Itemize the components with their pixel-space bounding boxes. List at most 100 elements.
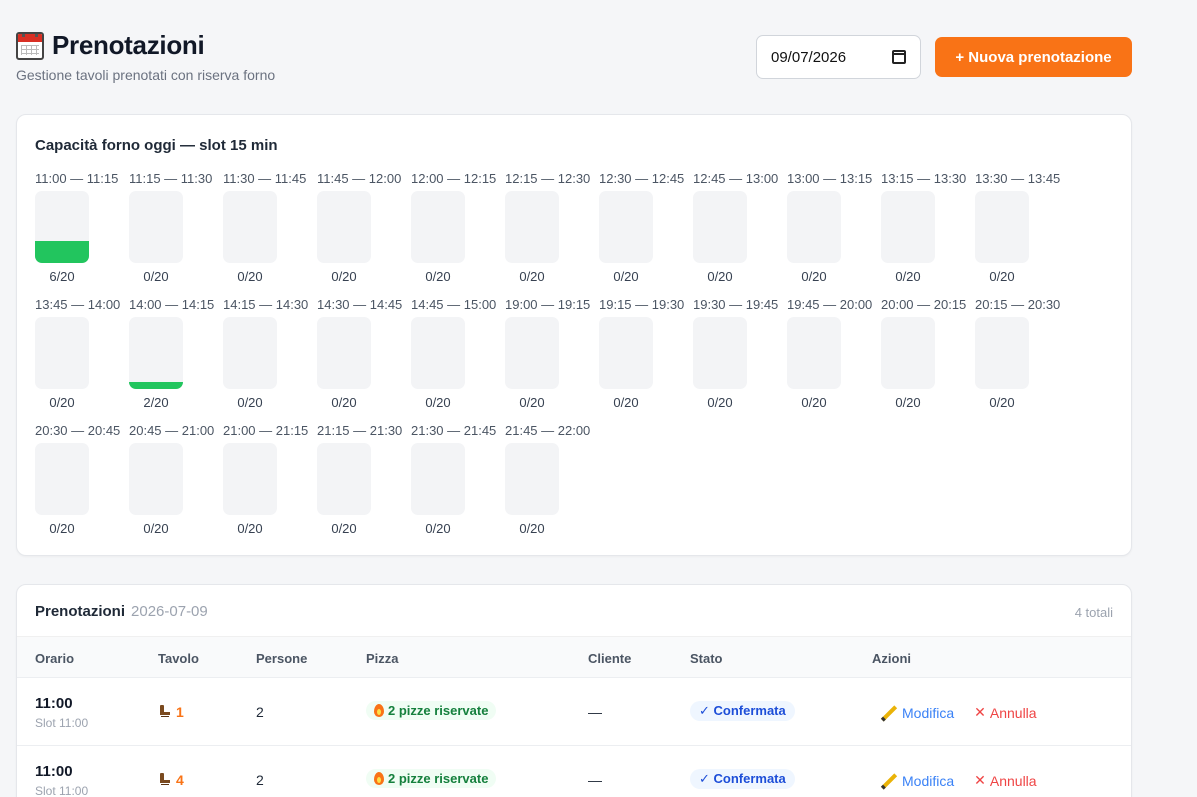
oven-slot-bar [975,191,1029,263]
oven-slot-row: 20:30 — 20:45 0/20 20:45 — 21:00 0/20 21:00 … [35,423,1115,549]
oven-slot-bar [505,191,559,263]
oven-slot-label: 20:30 — 20:45 [35,423,121,438]
oven-slot: 20:00 — 20:15 0/20 [881,297,975,423]
oven-slot-count: 0/20 [613,395,639,410]
flame-icon [374,772,384,785]
pizza-cell: 2 pizze riservate [366,769,497,788]
oven-slot-label: 12:30 — 12:45 [599,171,685,186]
cancel-button[interactable]: ✕ Annulla [974,704,1036,721]
oven-slot-bar [411,191,465,263]
oven-slot-label: 11:00 — 11:15 [35,171,119,186]
oven-slot: 11:00 — 11:15 6/20 [35,171,129,297]
table-number[interactable]: 1 [158,704,184,720]
column-header-tavolo: Tavolo [158,651,199,666]
oven-slot-label: 13:30 — 13:45 [975,171,1061,186]
oven-slot-label: 14:00 — 14:15 [129,297,215,312]
reservation-time: 11:00 [35,763,73,780]
oven-slot: 20:45 — 21:00 0/20 [129,423,223,549]
oven-slot-bar [223,191,277,263]
oven-slot-bar [317,443,371,515]
oven-slot-count: 0/20 [707,395,733,410]
oven-slot-label: 13:15 — 13:30 [881,171,967,186]
table-row: 11:00 Slot 11:00 1 2 2 pizze riservate —… [17,678,1131,746]
table-row: 11:00 Slot 11:00 4 2 2 pizze riservate —… [17,746,1131,797]
chair-icon [158,705,170,719]
oven-slot-bar [317,317,371,389]
oven-slot: 14:45 — 15:00 0/20 [411,297,505,423]
oven-slot-bar [129,317,183,389]
oven-slot-bar [975,317,1029,389]
oven-slot: 11:15 — 11:30 0/20 [129,171,223,297]
people-count: 2 [256,772,264,788]
new-reservation-button[interactable]: + Nuova prenotazione [935,37,1132,77]
oven-slot-bar [129,191,183,263]
column-header-cliente: Cliente [588,651,632,666]
oven-capacity-card: Capacità forno oggi — slot 15 min 11:00 … [16,114,1132,556]
column-header-orario: Orario [35,651,75,666]
oven-slot-label: 14:45 — 15:00 [411,297,497,312]
oven-slot: 21:15 — 21:30 0/20 [317,423,411,549]
oven-slot-bar [317,191,371,263]
oven-slot-label: 11:45 — 12:00 [317,171,402,186]
oven-slot-label: 21:30 — 21:45 [411,423,497,438]
table-number[interactable]: 4 [158,772,184,788]
pizza-badge: 2 pizze riservate [366,701,497,720]
date-picker-input[interactable]: 09/07/2026 [756,35,921,79]
oven-slot-bar [599,191,653,263]
oven-slot-bar [223,317,277,389]
oven-slot-bar [787,317,841,389]
oven-slot-count: 0/20 [425,521,451,536]
status-badge: ✓ Confermata [690,701,795,721]
oven-slot-label: 20:15 — 20:30 [975,297,1061,312]
reservations-card: Prenotazioni 2026-07-09 4 totali Orario T… [16,584,1132,797]
cancel-button-label: Annulla [989,772,1037,789]
oven-slot-count: 0/20 [519,521,545,536]
oven-slot-count: 0/20 [613,269,639,284]
oven-slot: 21:30 — 21:45 0/20 [411,423,505,549]
flame-icon [374,704,384,717]
oven-slot-bar [35,443,89,515]
oven-slot-label: 20:45 — 21:00 [129,423,215,438]
client-name: — [588,772,602,788]
pizza-badge: 2 pizze riservate [366,769,497,788]
oven-slot-label: 20:00 — 20:15 [881,297,967,312]
close-icon: ✕ [974,772,986,788]
oven-slot-label: 11:30 — 11:45 [223,171,307,186]
edit-button[interactable]: Modifica [881,773,954,789]
oven-slot-count: 0/20 [519,395,545,410]
oven-slot-bar [693,191,747,263]
oven-slot-bar [881,191,935,263]
oven-slot-label: 19:15 — 19:30 [599,297,685,312]
oven-slot-count: 0/20 [707,269,733,284]
oven-slot-count: 0/20 [49,521,75,536]
oven-slot: 21:00 — 21:15 0/20 [223,423,317,549]
calendar-picker-icon[interactable] [892,50,906,64]
oven-slot-count: 0/20 [143,521,169,536]
oven-slot: 11:45 — 12:00 0/20 [317,171,411,297]
oven-slot: 19:30 — 19:45 0/20 [693,297,787,423]
reservations-title: Prenotazioni [35,603,126,620]
edit-button[interactable]: Modifica [881,705,954,721]
oven-slot-label: 13:45 — 14:00 [35,297,121,312]
pencil-icon [881,705,897,721]
column-header-pizza: Pizza [366,651,399,666]
pencil-icon [881,773,897,789]
reservations-total: 4 totali [1074,605,1113,620]
oven-slot-count: 0/20 [237,395,263,410]
oven-slot-count: 0/20 [237,521,263,536]
oven-slot: 12:00 — 12:15 0/20 [411,171,505,297]
cancel-button[interactable]: ✕ Annulla [974,772,1036,789]
pizza-cell: 2 pizze riservate [366,701,497,720]
oven-slot-label: 14:15 — 14:30 [223,297,309,312]
oven-slot-bar [411,317,465,389]
oven-slot-count: 0/20 [49,395,75,410]
row-time-cell: 11:00 Slot 11:00 [35,695,88,730]
reservation-slot: Slot 11:00 [35,716,89,730]
oven-slot-count: 0/20 [237,269,263,284]
oven-slot: 12:15 — 12:30 0/20 [505,171,599,297]
reservations-heading: Prenotazioni 2026-07-09 [35,603,208,620]
oven-slot-fill [35,241,89,263]
oven-slot-label: 12:45 — 13:00 [693,171,779,186]
oven-slot-count: 0/20 [895,269,921,284]
oven-slot-count: 6/20 [49,269,75,284]
